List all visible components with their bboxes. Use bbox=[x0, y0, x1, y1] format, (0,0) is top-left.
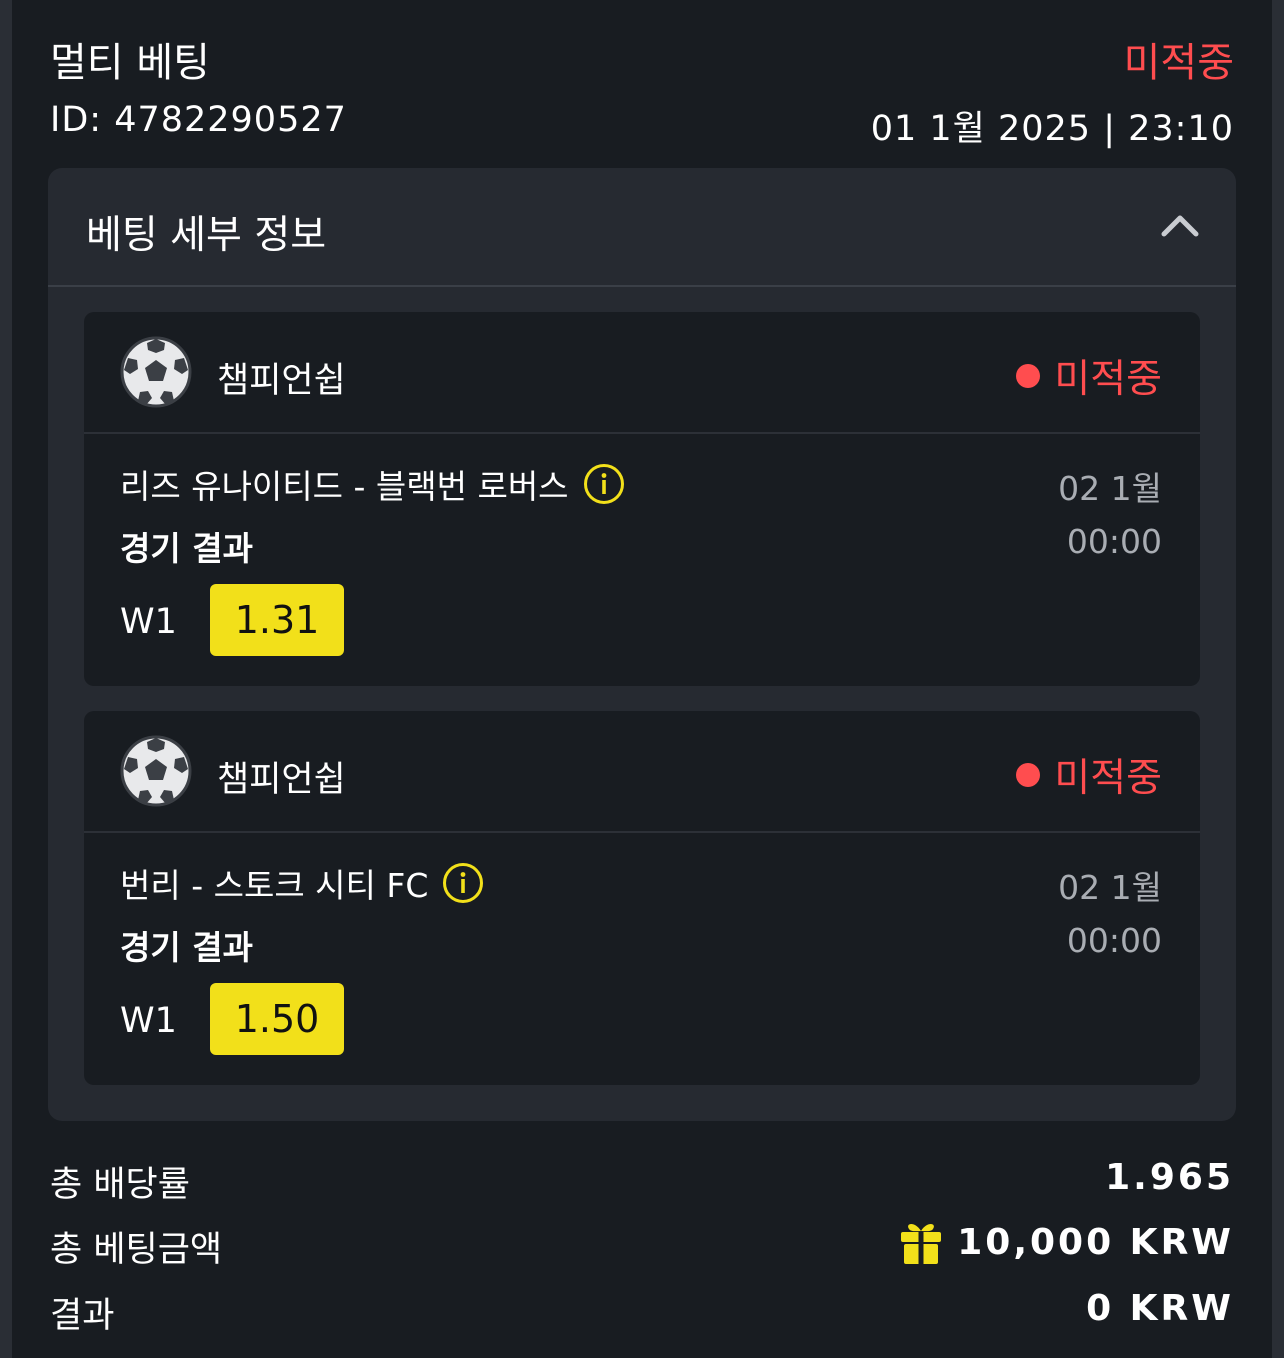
bet-details-panel: 베팅 세부 정보 챔피언쉽 미적중 리즈 유나이티드 - 블랙번 로버스 경기 … bbox=[48, 168, 1236, 1121]
event-header: 챔피언쉽 미적중 bbox=[84, 711, 1200, 833]
market-name: 경기 결과 bbox=[120, 529, 253, 568]
bet-details-toggle[interactable]: 베팅 세부 정보 bbox=[48, 168, 1236, 287]
result-label: 결과 bbox=[50, 1296, 115, 1336]
bet-id: ID: 4782290527 bbox=[50, 100, 347, 140]
stake-value: 10,000 KRW bbox=[957, 1221, 1234, 1263]
event-status-text: 미적중 bbox=[1054, 357, 1162, 402]
bet-card: 멀티 베팅 미적중 ID: 4782290527 01 1월 2025 | 23… bbox=[12, 0, 1272, 1358]
result-value: 0 KRW bbox=[1086, 1288, 1234, 1329]
soccer-ball-icon bbox=[120, 735, 192, 807]
outcome-label: W1 bbox=[120, 602, 177, 642]
event-time: 00:00 bbox=[1066, 921, 1162, 960]
market-name: 경기 결과 bbox=[120, 928, 253, 967]
chevron-up-icon[interactable] bbox=[1160, 210, 1200, 240]
outcome-label: W1 bbox=[120, 1001, 177, 1041]
match-teams: 번리 - 스토크 시티 FC bbox=[120, 866, 429, 905]
league-name: 챔피언쉽 bbox=[217, 760, 346, 800]
event-card: 챔피언쉽 미적중 리즈 유나이티드 - 블랙번 로버스 경기 결과 02 1월 … bbox=[84, 312, 1200, 686]
event-time: 00:00 bbox=[1066, 522, 1162, 561]
odds-badge: 1.31 bbox=[210, 584, 344, 656]
info-icon[interactable] bbox=[583, 463, 625, 505]
event-date: 02 1월 bbox=[1058, 469, 1162, 508]
gift-icon bbox=[901, 1224, 942, 1264]
event-card: 챔피언쉽 미적중 번리 - 스토크 시티 FC 경기 결과 02 1월 00:0… bbox=[84, 711, 1200, 1085]
match-name: 리즈 유나이티드 - 블랙번 로버스 bbox=[120, 460, 625, 508]
status-dot-icon bbox=[1016, 364, 1041, 388]
event-date: 02 1월 bbox=[1058, 868, 1162, 907]
event-header: 챔피언쉽 미적중 bbox=[84, 312, 1200, 434]
bet-details-title: 베팅 세부 정보 bbox=[86, 213, 327, 258]
event-status: 미적중 bbox=[1016, 348, 1162, 404]
stake-label: 총 베팅금액 bbox=[50, 1230, 223, 1270]
event-status-text: 미적중 bbox=[1054, 756, 1162, 801]
odds-badge: 1.50 bbox=[210, 983, 344, 1055]
bet-datetime: 01 1월 2025 | 23:10 bbox=[870, 109, 1234, 149]
status-dot-icon bbox=[1016, 763, 1041, 787]
soccer-ball-icon bbox=[120, 336, 192, 408]
stake-value-row: 10,000 KRW bbox=[899, 1219, 1234, 1265]
league-name: 챔피언쉽 bbox=[217, 361, 346, 401]
total-odds-value: 1.965 bbox=[1105, 1157, 1234, 1198]
match-name: 번리 - 스토크 시티 FC bbox=[120, 859, 484, 907]
bet-status: 미적중 bbox=[1123, 40, 1234, 86]
bet-type-title: 멀티 베팅 bbox=[50, 40, 210, 86]
event-status: 미적중 bbox=[1016, 747, 1162, 803]
total-odds-label: 총 배당률 bbox=[50, 1165, 190, 1205]
info-icon[interactable] bbox=[442, 862, 484, 904]
match-teams: 리즈 유나이티드 - 블랙번 로버스 bbox=[120, 467, 569, 506]
